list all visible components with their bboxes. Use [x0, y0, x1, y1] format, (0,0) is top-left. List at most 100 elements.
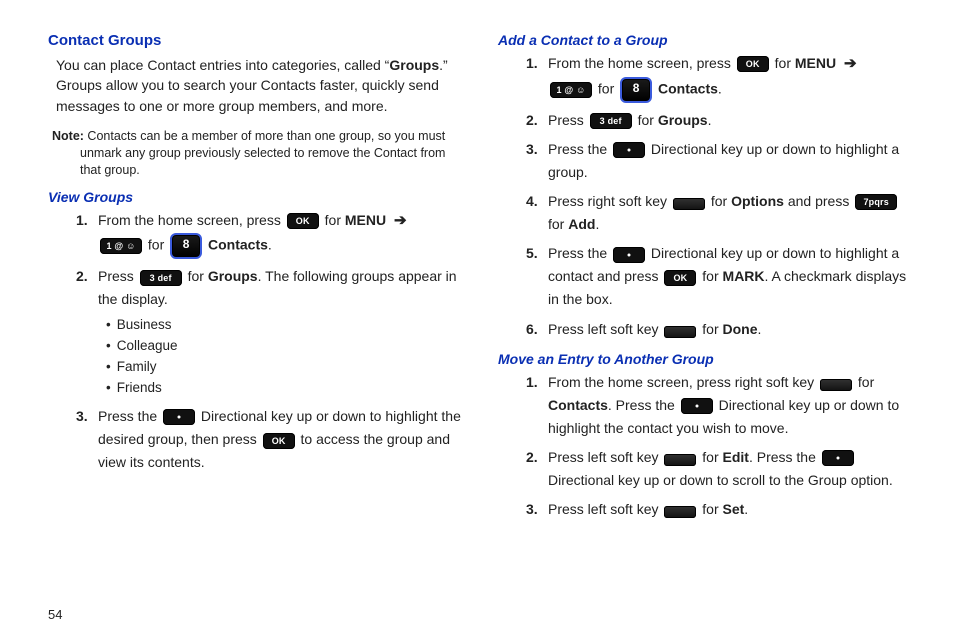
- a4-text-a: Press right soft key: [548, 193, 671, 209]
- step-3: Press the Directional key up or down to …: [76, 405, 462, 474]
- a4-text-d: for: [548, 216, 568, 232]
- nav-key-icon: [681, 398, 713, 414]
- m2-text-c: . Press the: [749, 449, 820, 465]
- left-softkey-icon: [664, 454, 696, 466]
- arrow-icon: ➔: [394, 212, 407, 229]
- left-softkey-icon: [664, 506, 696, 518]
- key-1-icon: 1 @ ☺: [100, 238, 142, 254]
- list-item: Family: [106, 357, 462, 378]
- m3-dot: .: [744, 501, 748, 517]
- nav-key-icon: [613, 247, 645, 263]
- a2-text-a: Press: [548, 112, 588, 128]
- m1-text-c: . Press the: [608, 397, 679, 413]
- a1-text-a: From the home screen, press: [548, 55, 735, 71]
- step-3: Press the Directional key up or down to …: [526, 138, 912, 184]
- list-item: Colleague: [106, 336, 462, 357]
- key-3-icon: 3 def: [590, 113, 632, 129]
- step-1: From the home screen, press OK for MENU …: [76, 209, 462, 260]
- a6-dot: .: [758, 321, 762, 337]
- step-6: Press left soft key for Done.: [526, 318, 912, 341]
- list-item: Business: [106, 315, 462, 336]
- right-column: Add a Contact to a Group From the home s…: [480, 30, 912, 618]
- a4-add: Add: [568, 216, 595, 232]
- ok-key-icon: OK: [263, 433, 295, 449]
- a4-dot: .: [595, 216, 599, 232]
- step1-contacts: Contacts: [208, 237, 268, 253]
- step1-text-b: for: [325, 212, 345, 228]
- heading-move-entry: Move an Entry to Another Group: [498, 351, 912, 367]
- intro-bold: Groups: [389, 57, 439, 73]
- step-2: Press 3 def for Groups.: [526, 109, 912, 132]
- m1-text-a: From the home screen, press right soft k…: [548, 374, 818, 390]
- heading-add-contact: Add a Contact to a Group: [498, 32, 912, 48]
- move-entry-steps: From the home screen, press right soft k…: [498, 371, 912, 522]
- key-7-icon: 7pqrs: [855, 194, 897, 210]
- arrow-icon: ➔: [844, 55, 857, 72]
- m1-contacts: Contacts: [548, 397, 608, 413]
- a4-options: Options: [731, 193, 784, 209]
- view-groups-steps: From the home screen, press OK for MENU …: [48, 209, 462, 475]
- left-column: Contact Groups You can place Contact ent…: [48, 30, 480, 618]
- right-softkey-icon: [820, 379, 852, 391]
- a2-dot: .: [708, 112, 712, 128]
- step-4: Press right soft key for Options and pre…: [526, 190, 912, 236]
- add-contact-steps: From the home screen, press OK for MENU …: [498, 52, 912, 341]
- step3-text-a: Press the: [98, 408, 161, 424]
- intro-paragraph: You can place Contact entries into categ…: [56, 55, 462, 116]
- a1-menu: MENU: [795, 55, 836, 71]
- step1-text-a: From the home screen, press: [98, 212, 285, 228]
- heading-view-groups: View Groups: [48, 189, 462, 205]
- a1-text-c: for: [598, 80, 618, 96]
- contacts-app-icon: 8: [620, 77, 652, 103]
- step1-text-c: for: [148, 237, 168, 253]
- note-block: Note: Contacts can be a member of more t…: [48, 128, 462, 179]
- a4-text-b: for: [711, 193, 731, 209]
- step1-menu: MENU: [345, 212, 386, 228]
- m3-text-b: for: [702, 501, 722, 517]
- a1-contacts: Contacts: [658, 80, 718, 96]
- right-softkey-icon: [673, 198, 705, 210]
- a1-text-b: for: [775, 55, 795, 71]
- m2-text-b: for: [702, 449, 722, 465]
- a5-text-c: for: [702, 268, 722, 284]
- a6-done: Done: [723, 321, 758, 337]
- left-softkey-icon: [664, 326, 696, 338]
- step2-text-a: Press: [98, 268, 138, 284]
- ok-key-icon: OK: [287, 213, 319, 229]
- m2-text-d: Directional key up or down to scroll to …: [548, 472, 893, 488]
- step2-text-b: for: [188, 268, 208, 284]
- a1-dot: .: [718, 80, 722, 96]
- m2-edit: Edit: [723, 449, 749, 465]
- step-3: Press left soft key for Set.: [526, 498, 912, 521]
- ok-key-icon: OK: [737, 56, 769, 72]
- step1-dot: .: [268, 237, 272, 253]
- a2-groups: Groups: [658, 112, 708, 128]
- default-groups-list: Business Colleague Family Friends: [98, 315, 462, 399]
- a5-text-a: Press the: [548, 245, 611, 261]
- intro-text-a: You can place Contact entries into categ…: [56, 57, 389, 73]
- a2-text-b: for: [638, 112, 658, 128]
- m3-set: Set: [723, 501, 745, 517]
- nav-key-icon: [163, 409, 195, 425]
- page-number: 54: [48, 607, 62, 622]
- a3-text-a: Press the: [548, 141, 611, 157]
- key-1-icon: 1 @ ☺: [550, 82, 592, 98]
- nav-key-icon: [822, 450, 854, 466]
- m3-text-a: Press left soft key: [548, 501, 662, 517]
- m1-text-b: for: [858, 374, 874, 390]
- key-3-icon: 3 def: [140, 270, 182, 286]
- note-text: Contacts can be a member of more than on…: [80, 129, 445, 177]
- nav-key-icon: [613, 142, 645, 158]
- a5-mark: MARK: [723, 268, 765, 284]
- step-2: Press 3 def for Groups. The following gr…: [76, 265, 462, 399]
- step-1: From the home screen, press OK for MENU …: [526, 52, 912, 103]
- a6-text-b: for: [702, 321, 722, 337]
- list-item: Friends: [106, 378, 462, 399]
- note-label: Note:: [52, 129, 84, 143]
- step-1: From the home screen, press right soft k…: [526, 371, 912, 440]
- m2-text-a: Press left soft key: [548, 449, 662, 465]
- step2-groups: Groups: [208, 268, 258, 284]
- contacts-app-icon: 8: [170, 233, 202, 259]
- a4-text-c: and press: [788, 193, 853, 209]
- heading-contact-groups: Contact Groups: [48, 32, 462, 49]
